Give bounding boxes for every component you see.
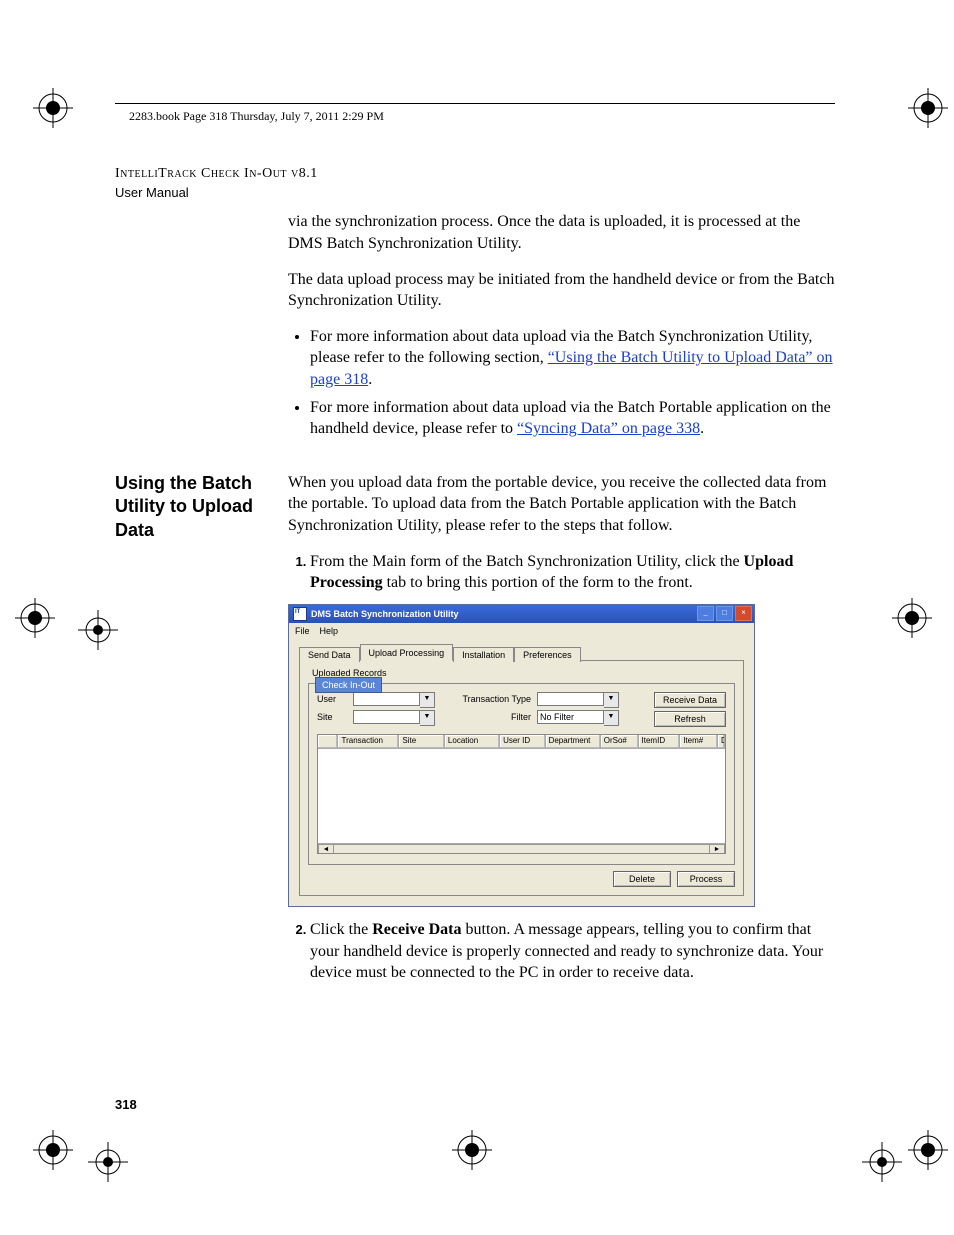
crop-mark-icon: [88, 1142, 118, 1172]
transaction-type-combo[interactable]: ▼: [537, 692, 619, 706]
window-maximize-button[interactable]: □: [716, 606, 733, 621]
window-title: DMS Batch Synchronization Utility: [311, 608, 459, 620]
dropdown-icon[interactable]: ▼: [604, 692, 619, 708]
crop-rule: [115, 103, 835, 104]
menu-help[interactable]: Help: [320, 625, 339, 637]
records-grid[interactable]: Transaction Site Location User ID Depart…: [317, 734, 726, 854]
dropdown-icon[interactable]: ▼: [604, 710, 619, 726]
grid-header-itemnum[interactable]: Item#: [680, 735, 718, 748]
check-in-out-group: Check In-Out User ▼ Transaction Type ▼: [308, 683, 735, 865]
page-number: 318: [115, 1096, 137, 1114]
tab-send-data[interactable]: Send Data: [299, 647, 360, 662]
step-item: Click the Receive Data button. A message…: [310, 919, 835, 984]
delete-button[interactable]: Delete: [613, 871, 671, 887]
dropdown-icon[interactable]: ▼: [420, 710, 435, 726]
menu-file[interactable]: File: [295, 625, 310, 637]
label-user: User: [317, 693, 347, 705]
list-item: For more information about data upload v…: [310, 397, 835, 440]
dropdown-icon[interactable]: ▼: [420, 692, 435, 708]
ui-term: Receive Data: [372, 921, 461, 938]
crop-mark-icon: [78, 610, 112, 644]
grid-header-descrip[interactable]: Descrip: [718, 735, 725, 748]
scroll-left-icon[interactable]: ◄: [318, 844, 334, 854]
list-item: For more information about data upload v…: [310, 326, 835, 391]
crop-info-text: 2283.book Page 318 Thursday, July 7, 201…: [129, 108, 384, 124]
tab-preferences[interactable]: Preferences: [514, 647, 581, 662]
window-titlebar: DMS Batch Synchronization Utility _ □ ×: [289, 605, 754, 623]
crop-mark-icon: [892, 598, 948, 654]
user-input[interactable]: [353, 692, 420, 706]
cross-reference-link[interactable]: “Syncing Data” on page 338: [517, 420, 700, 437]
crop-mark-icon: [908, 88, 948, 128]
scrollbar-track[interactable]: [334, 844, 709, 854]
menu-bar: File Help: [289, 623, 754, 639]
group-legend: Check In-Out: [315, 677, 382, 693]
crop-mark-icon: [862, 1142, 892, 1172]
scroll-right-icon[interactable]: ►: [709, 844, 725, 854]
user-combo[interactable]: ▼: [353, 692, 435, 706]
site-combo[interactable]: ▼: [353, 710, 435, 724]
refresh-button[interactable]: Refresh: [654, 711, 726, 727]
crop-mark-icon: [15, 598, 71, 654]
crop-mark-icon: [908, 1130, 948, 1170]
screenshot-app-window: DMS Batch Synchronization Utility _ □ × …: [288, 604, 755, 907]
body-paragraph: The data upload process may be initiated…: [288, 269, 835, 312]
running-header-title: IntelliTrack Check In-Out v8.1: [115, 165, 835, 184]
label-transaction-type: Transaction Type: [441, 693, 531, 705]
label-site: Site: [317, 711, 347, 723]
grid-header-orso[interactable]: OrSo#: [601, 735, 639, 748]
tab-installation[interactable]: Installation: [453, 647, 514, 662]
site-input[interactable]: [353, 710, 420, 724]
window-minimize-button[interactable]: _: [697, 606, 714, 621]
body-paragraph: When you upload data from the portable d…: [288, 472, 835, 537]
grid-header-userid[interactable]: User ID: [500, 735, 546, 748]
window-close-button[interactable]: ×: [735, 606, 752, 621]
section-heading: Using the Batch Utility to Upload Data: [115, 472, 270, 542]
crop-mark-icon: [33, 1130, 73, 1170]
grid-header-location[interactable]: Location: [445, 735, 500, 748]
crop-mark-icon: [33, 88, 73, 128]
grid-header-site[interactable]: Site: [399, 735, 445, 748]
grid-header-selector[interactable]: [318, 735, 338, 748]
transaction-type-input[interactable]: [537, 692, 604, 706]
grid-header-transaction[interactable]: Transaction: [338, 735, 399, 748]
tab-upload-processing[interactable]: Upload Processing: [360, 644, 454, 661]
filter-combo[interactable]: ▼: [537, 710, 619, 724]
filter-input[interactable]: [537, 710, 604, 724]
app-icon: [293, 607, 307, 621]
step-item: From the Main form of the Batch Synchron…: [310, 551, 835, 594]
label-filter: Filter: [441, 711, 531, 723]
receive-data-button[interactable]: Receive Data: [654, 692, 726, 708]
crop-mark-icon: [452, 1130, 492, 1170]
grid-header-department[interactable]: Department: [546, 735, 601, 748]
grid-header-itemid[interactable]: ItemID: [639, 735, 681, 748]
running-header-subtitle: User Manual: [115, 184, 835, 202]
process-button[interactable]: Process: [677, 871, 735, 887]
body-paragraph: via the synchronization process. Once th…: [288, 211, 835, 254]
